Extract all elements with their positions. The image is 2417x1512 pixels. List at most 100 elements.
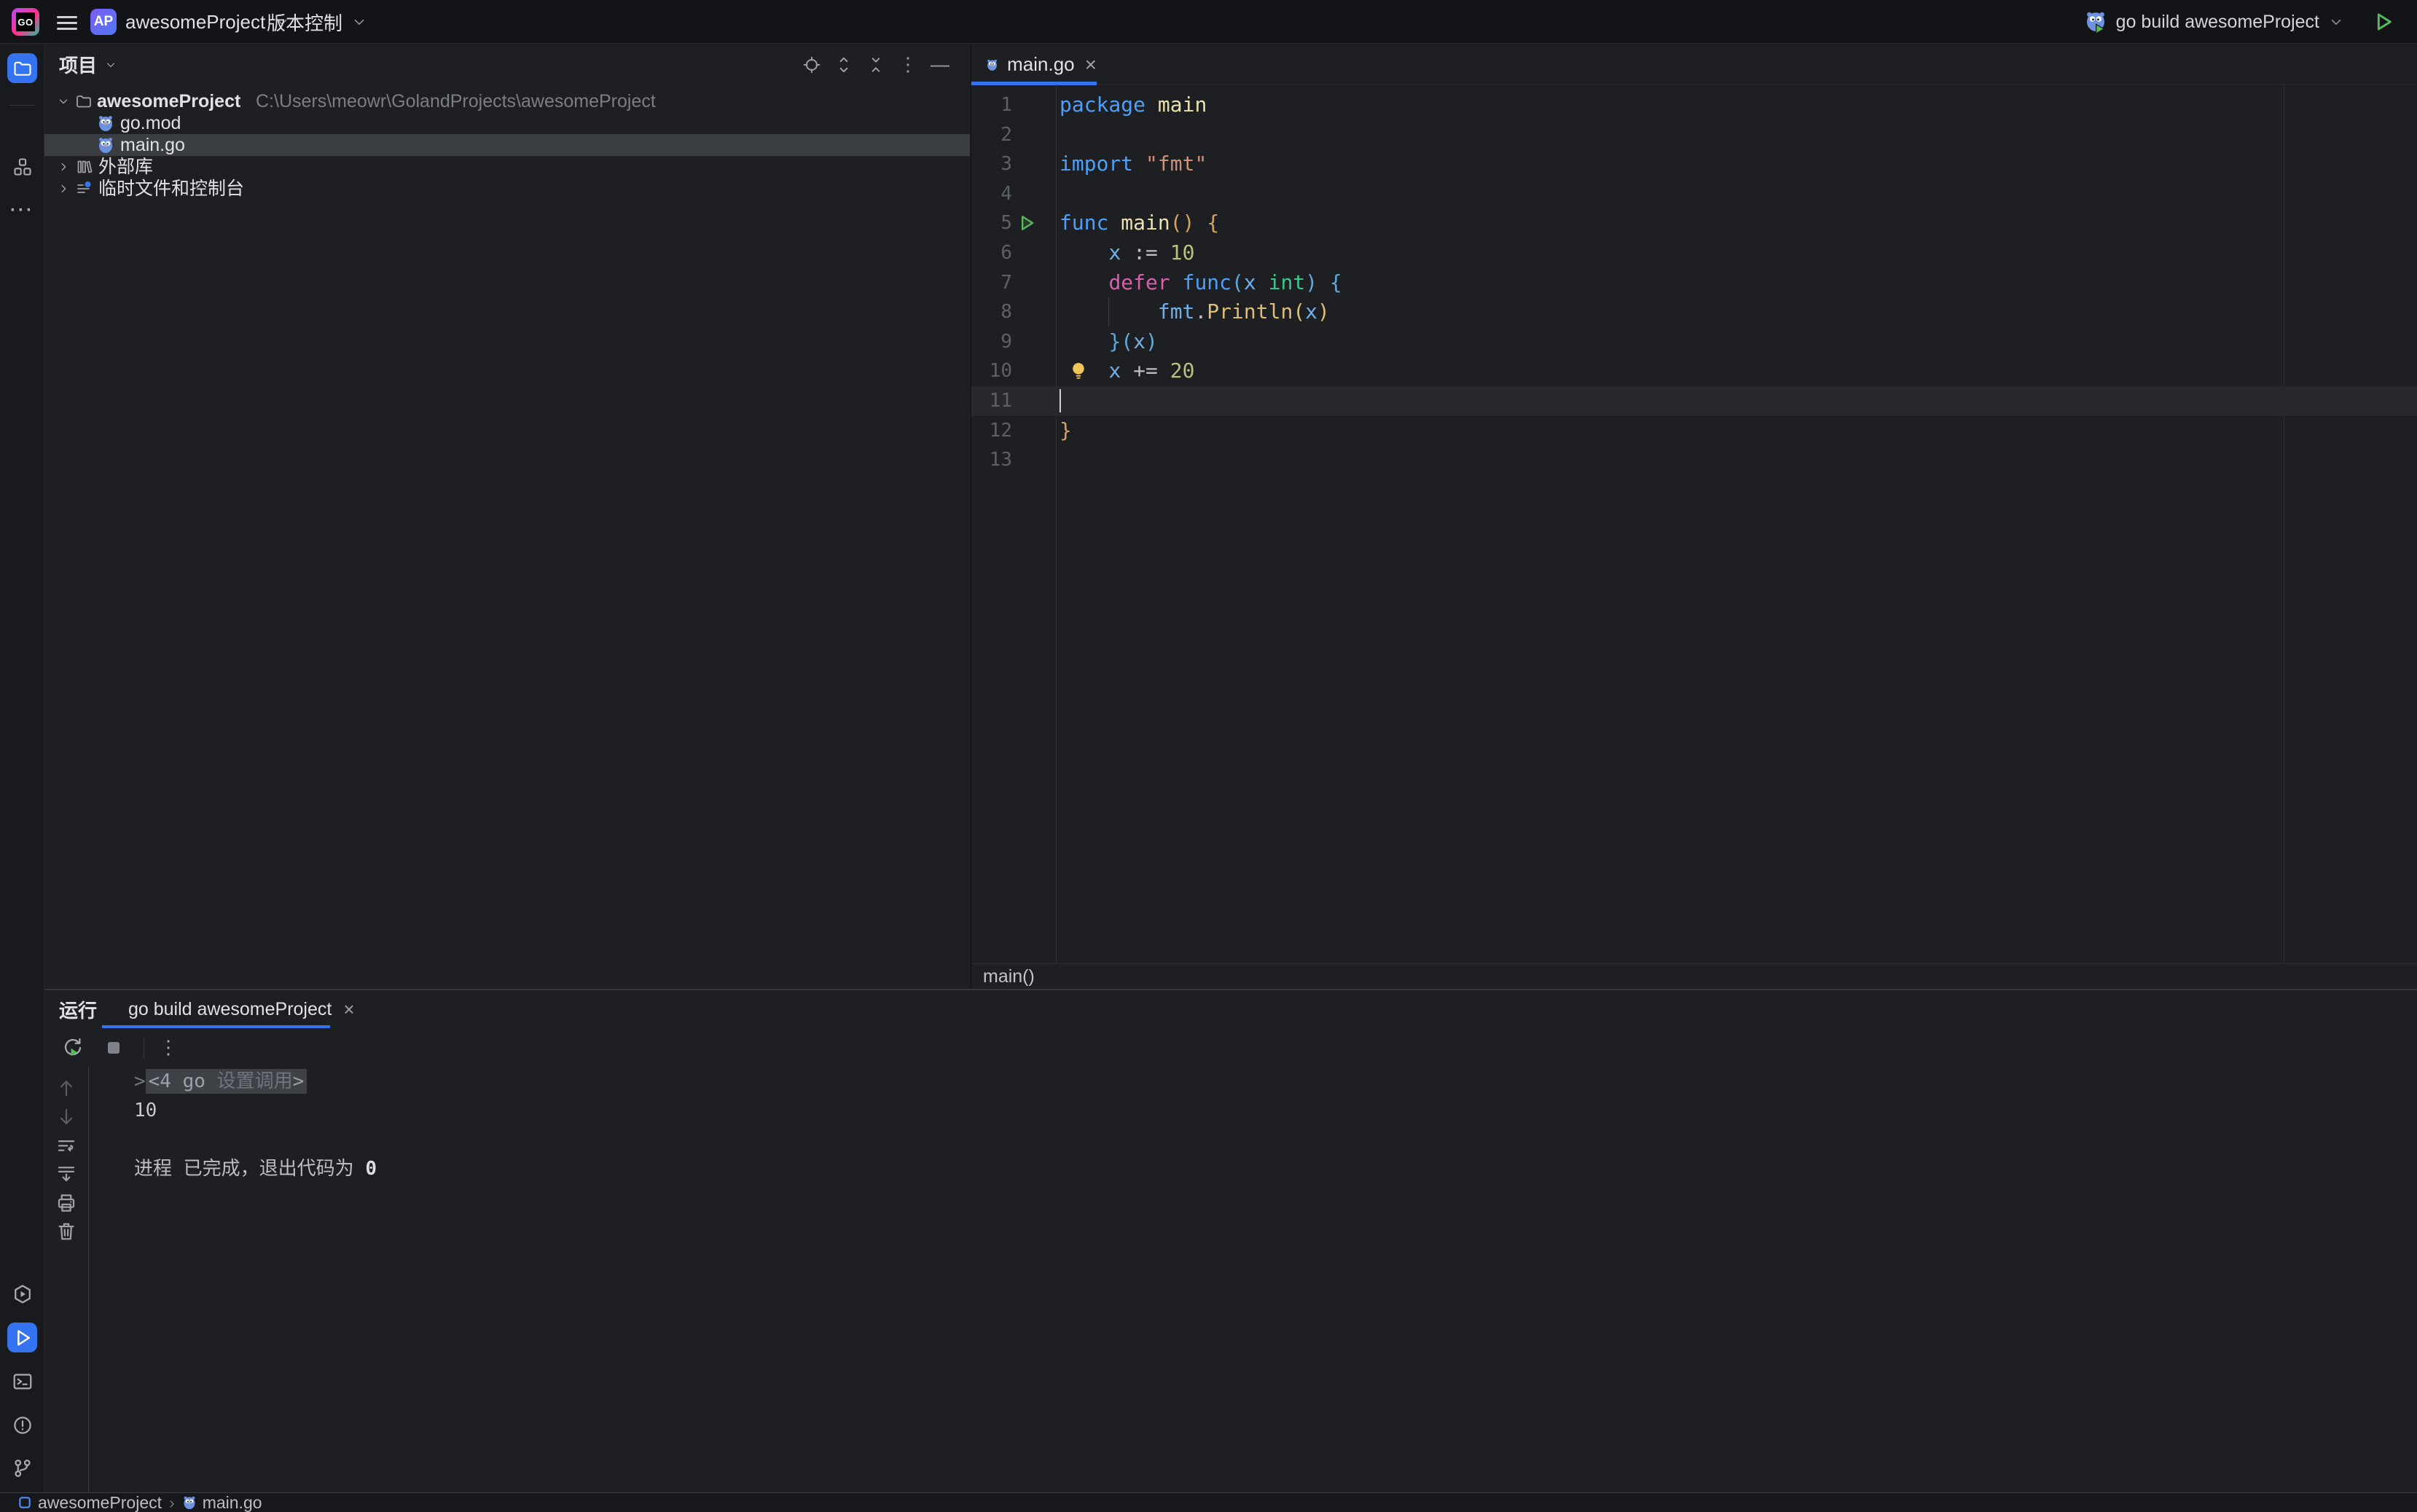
project-tool-button[interactable] bbox=[7, 53, 37, 83]
scroll-to-end-icon[interactable] bbox=[55, 1163, 77, 1185]
editor-area: main.go × 1package main23import "fmt"45f… bbox=[971, 44, 2417, 989]
statusbar-file[interactable]: main.go bbox=[203, 1493, 262, 1512]
run-config-selector[interactable]: go build awesomeProject bbox=[2084, 7, 2344, 36]
main-menu-icon[interactable] bbox=[57, 12, 77, 31]
statusbar-project[interactable]: awesomeProject bbox=[38, 1493, 162, 1512]
line-number: 8 bbox=[971, 297, 1012, 327]
code-line-4[interactable]: 4 bbox=[971, 179, 2417, 209]
soft-wrap-icon[interactable] bbox=[55, 1135, 77, 1157]
line-number: 5 bbox=[971, 208, 1012, 238]
run-tool-window: 运行 go build awesomeProject × ⋮ ><4 go 设置… bbox=[44, 990, 2417, 1492]
expand-all-icon[interactable] bbox=[834, 55, 853, 74]
vcs-widget[interactable]: 版本控制 bbox=[267, 7, 367, 36]
tree-item-临时文件和控制台[interactable]: 临时文件和控制台 bbox=[44, 178, 970, 200]
code-line-5[interactable]: 5func main() { bbox=[971, 208, 2417, 238]
structure-tool-button[interactable] bbox=[7, 152, 37, 181]
console-line-3 bbox=[89, 1125, 2417, 1154]
more-tool-windows-button[interactable]: ··· bbox=[7, 195, 37, 225]
chevron-right-icon[interactable] bbox=[55, 159, 71, 175]
indent-guide bbox=[1108, 297, 1109, 326]
code-line-2[interactable]: 2 bbox=[971, 120, 2417, 150]
tree-item-main.go[interactable]: main.go bbox=[44, 134, 970, 156]
services-tool-button[interactable] bbox=[7, 1279, 37, 1309]
run-panel-tab-bar: 运行 go build awesomeProject × bbox=[44, 990, 2417, 1028]
chevron-right-icon: › bbox=[169, 1493, 175, 1512]
project-icon bbox=[17, 1495, 32, 1510]
code-editor[interactable]: 1package main23import "fmt"45func main()… bbox=[971, 85, 2417, 475]
code-line-7[interactable]: 7 defer func(x int) { bbox=[971, 268, 2417, 298]
problems-tool-button[interactable] bbox=[7, 1410, 37, 1440]
line-number: 3 bbox=[971, 149, 1012, 179]
run-line-icon[interactable] bbox=[1016, 213, 1037, 233]
project-panel-header: 项目 ⋮ — bbox=[44, 44, 970, 85]
tab-go-build-awesomeproject[interactable]: go build awesomeProject × bbox=[102, 990, 330, 1028]
stop-icon[interactable] bbox=[103, 1037, 125, 1059]
print-icon[interactable] bbox=[55, 1192, 77, 1214]
more-dots-icon: ··· bbox=[10, 200, 34, 221]
run-panel-toolbar: ⋮ bbox=[44, 1028, 2417, 1067]
console-line-1: ><4 go 设置调用> bbox=[89, 1067, 2417, 1096]
breadcrumb[interactable]: main() bbox=[983, 966, 1035, 987]
status-bar: awesomeProject › main.go bbox=[0, 1492, 2417, 1512]
close-icon[interactable]: × bbox=[1085, 55, 1097, 75]
console-left-toolbar bbox=[44, 1067, 88, 1492]
close-icon[interactable]: × bbox=[343, 1000, 354, 1019]
gopher-file-icon bbox=[182, 1495, 197, 1510]
next-occurrence-icon[interactable] bbox=[55, 1106, 77, 1128]
tab-main-go[interactable]: main.go × bbox=[971, 44, 1097, 85]
code-line-1[interactable]: 1package main bbox=[971, 90, 2417, 120]
tree-item-外部库[interactable]: 外部库 bbox=[44, 156, 970, 178]
code-line-12[interactable]: 12} bbox=[971, 416, 2417, 446]
console-prompt: > bbox=[134, 1070, 146, 1092]
code-line-9[interactable]: 9 }(x) bbox=[971, 327, 2417, 357]
console-line-2: 10 bbox=[89, 1096, 2417, 1125]
scratches-icon bbox=[75, 180, 93, 197]
options-kebab-icon[interactable]: ⋮ bbox=[898, 55, 917, 74]
services-icon bbox=[12, 1283, 34, 1305]
console-output[interactable]: ><4 go 设置调用>10进程 已完成，退出代码为 0 bbox=[89, 1067, 2417, 1492]
clear-console-icon[interactable] bbox=[55, 1221, 77, 1242]
code-line-10[interactable]: 10 x += 20 bbox=[971, 356, 2417, 386]
terminal-tool-button[interactable] bbox=[7, 1366, 37, 1396]
tree-item-label: awesomeProject bbox=[97, 90, 240, 112]
tree-item-awesomeProject[interactable]: awesomeProjectC:\Users\meowr\GolandProje… bbox=[44, 90, 970, 112]
chevron-down-icon bbox=[351, 14, 367, 30]
project-tree: awesomeProjectC:\Users\meowr\GolandProje… bbox=[44, 90, 970, 200]
chevron-right-icon[interactable] bbox=[55, 181, 71, 197]
run-panel-title[interactable]: 运行 bbox=[59, 990, 97, 1028]
line-number: 9 bbox=[971, 327, 1012, 357]
terminal-icon bbox=[12, 1371, 34, 1392]
structure-icon bbox=[12, 157, 33, 177]
more-options-kebab-icon[interactable]: ⋮ bbox=[159, 1036, 178, 1059]
rerun-icon[interactable] bbox=[62, 1037, 84, 1059]
version-control-tool-button[interactable] bbox=[7, 1453, 37, 1483]
run-config-label: go build awesomeProject bbox=[2116, 12, 2319, 33]
line-number: 13 bbox=[971, 445, 1012, 475]
tree-item-go.mod[interactable]: go.mod bbox=[44, 112, 970, 134]
project-panel-title[interactable]: 项目 bbox=[59, 51, 97, 78]
hide-panel-icon[interactable]: — bbox=[931, 55, 949, 74]
run-button[interactable] bbox=[2372, 10, 2395, 34]
console-output-text: 10 bbox=[134, 1100, 157, 1121]
collapse-all-icon[interactable] bbox=[866, 55, 885, 74]
code-line-11[interactable]: 11 bbox=[971, 386, 2417, 416]
line-number: 6 bbox=[971, 238, 1012, 268]
gopher-run-config-icon bbox=[2084, 10, 2107, 34]
code-line-6[interactable]: 6 x := 10 bbox=[971, 238, 2417, 268]
code-line-13[interactable]: 13 bbox=[971, 445, 2417, 475]
locate-file-icon[interactable] bbox=[802, 55, 821, 74]
goland-logo-text: GO bbox=[16, 12, 35, 31]
code-line-3[interactable]: 3import "fmt" bbox=[971, 149, 2417, 179]
code-line-8[interactable]: 8 fmt.Println(x) bbox=[971, 297, 2417, 327]
run-tool-button[interactable] bbox=[7, 1323, 37, 1352]
prev-occurrence-icon[interactable] bbox=[55, 1077, 77, 1099]
console-command: <4 go 设置调用> bbox=[146, 1069, 307, 1094]
project-widget[interactable]: AP awesomeProject bbox=[90, 7, 290, 36]
code-text: x += 20 bbox=[1059, 356, 1194, 386]
tree-item-label: go.mod bbox=[120, 112, 181, 134]
rail-divider bbox=[9, 105, 35, 106]
line-number: 10 bbox=[971, 356, 1012, 386]
chevron-down-icon[interactable] bbox=[55, 93, 71, 109]
line-number: 12 bbox=[971, 416, 1012, 446]
line-number: 7 bbox=[971, 268, 1012, 298]
